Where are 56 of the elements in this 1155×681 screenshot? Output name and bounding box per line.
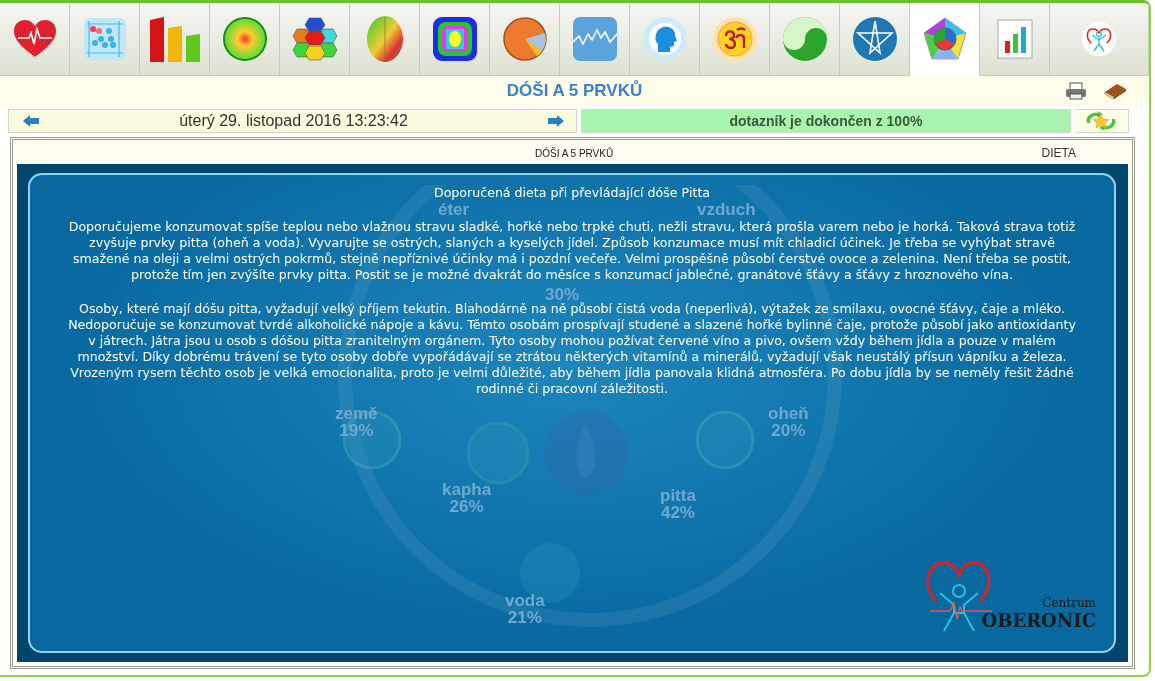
bar-chart-icon [147,16,202,62]
toolbar-tab[interactable] [140,3,210,76]
progress-label: dotazník je dokončen z 100% [729,113,923,129]
toolbar-tab[interactable] [0,3,70,76]
heart-icon [11,19,58,59]
element-percent: 26% [449,498,484,515]
toolbar-tab[interactable] [210,3,280,76]
toolbar-tab[interactable] [840,3,910,76]
toolbar-tab[interactable] [700,3,770,76]
element-name: éter [438,201,470,218]
toolbar-tab[interactable] [630,3,700,76]
element-name: vzduch [697,201,756,218]
element-name: země [335,405,378,422]
pentagon-chart-icon [921,16,968,62]
pie-chart-icon [501,16,548,62]
pentagram-icon [851,16,898,62]
right-arrow-icon [548,115,564,127]
left-arrow-icon [23,115,39,127]
toolbar-tab[interactable] [420,3,490,76]
yin-yang-icon [781,16,828,62]
page-title: DÓŠI A 5 PRVKŮ [506,81,643,101]
diet-title: Doporučená dieta při převládající dóše Pitta [432,185,712,201]
element-percent: 30% [545,286,580,303]
waveform-monitor-icon [571,16,618,62]
element-name: voda [505,592,545,609]
heart-figure-logo-icon [1081,21,1117,57]
toolbar-tab[interactable] [280,3,350,76]
date-time-label: úterý 29. listopad 2016 13:23:42 [179,112,408,130]
element-percent: 20% [771,422,806,439]
scatter-chart-icon [82,17,127,61]
head-profile-icon [641,16,688,62]
diet-paragraph: Osoby, které mají dóšu pitta, vyžadují velký příjem tekutin. Blahodárně na ně působí čistá voda (neperlivá), výtažek ze smilaxu, ovocné šťávy, čaje a mléko. Nedoporučuje se konzumovat tvrdé alkoholické nápoje a kávu. Těmto osobám prospívají studené a slazené hořké bylinné čaje, protože působí jako antioxidanty v játrech. Játra jsou u osob s dóšou pitta zranitelným orgánem. Tyto osoby mohou požívat červené víno a pivo, ovšem vždy během jídla a pouze v malém množství. Díky dobrému trávení se tyto osoby dobře vypořádávají se ztrátou některých vitamínů a minerálů, vyžadují však neustálý přísun vápníku a železa. Vrozeným rysem těchto osob je velká emocionalita, proto je velmi důležité, aby během jídla panovala klidná atmosféra. Po dobu jídla by se neměly řešit žádné rodinné či pracovní záležitosti. [67,301,1077,397]
refresh-button[interactable] [1074,109,1129,133]
toolbar-tab[interactable] [350,3,420,76]
bar-chart-icon [996,19,1033,59]
next-button[interactable] [548,115,564,127]
diet-paragraph: Doporučujeme konzumovat spíše teplou nebo vlažnou stravu sladké, hořké nebo trpké chuti, nežli stravu, která prošla varem nebo je horká. Taková strava totiž zvyšuje prvky pitta (oheň a voda). Vyvarujte se ostrých, slaných a kyselých jídel. Způsob konzumace musí mít chladicí účinek. Je třeba se vyhýbat stravě smažené na oleji a velmi ostrých pokrmů, stejně nepříznivé účinky má i pozdní večeře. Velmi prospěšně působí čerstvé ovoce a zelenina. Není třeba se postit, protože tím jen zvýšíte prvky pitta. Postit se je možné dvakrát do měsíce s konzumací jablečné, granátové šťávy a šťávy z hroznového vína. [67,219,1077,283]
previous-button[interactable] [23,115,39,127]
hexagons-icon [291,16,338,62]
element-name: kapha [442,481,492,498]
logo-subtitle: Centrum [1042,596,1096,610]
element-percent: 21% [507,609,542,626]
logo-name: OBERONIC [981,610,1096,631]
brain-map-icon [364,15,405,63]
sphere-icon [221,16,268,62]
section-label: DIETA [1041,146,1076,160]
element-percent: 42% [660,504,695,521]
element-name: pitta [660,487,696,504]
pattern-icon [431,16,478,62]
sun-emblem-icon [711,16,758,62]
element-percent: 19% [339,422,374,439]
element-name: oheň [768,405,809,422]
panel-heading: DÓŠI A 5 PRVKŮ [535,147,614,159]
print-icon[interactable] [1065,82,1087,100]
toolbar-tab[interactable] [490,3,560,76]
book-icon[interactable] [1103,82,1127,100]
